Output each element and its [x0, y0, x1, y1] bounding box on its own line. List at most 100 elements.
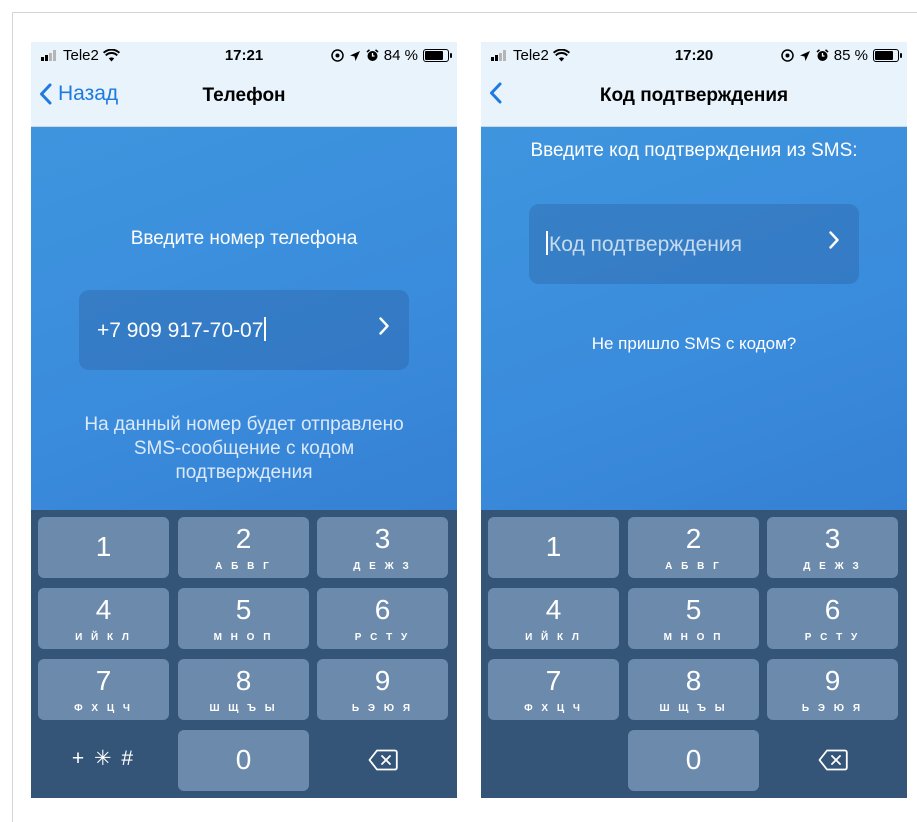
key-letters: Ш Щ Ъ Ы	[659, 703, 728, 714]
key-digit: 6	[824, 594, 841, 625]
page-title: Код подтверждения	[599, 85, 789, 106]
alarm-icon	[366, 49, 379, 61]
key-5[interactable]: 5 М Н О П	[628, 588, 759, 649]
key-letters: Р С Т У	[354, 632, 411, 643]
key-letters: Ф Х Ц Ч	[524, 703, 583, 714]
key-digit: 8	[685, 665, 702, 696]
battery-percent: 84 %	[383, 47, 418, 64]
delete-button[interactable]	[767, 730, 898, 791]
key-symbols[interactable]: + ✳ #	[38, 730, 169, 791]
chevron-right-icon	[379, 317, 389, 335]
location-arrow-icon	[799, 50, 810, 61]
key-4[interactable]: 4 И Й К Л	[488, 588, 619, 649]
phone-input-text: +7 909 917-70-07	[97, 317, 267, 343]
key-digit: 4	[545, 594, 562, 625]
code-prompt: Введите код подтверждения из SMS:	[530, 140, 858, 161]
text-caret	[264, 317, 267, 341]
code-input[interactable]: Код подтверждения	[529, 204, 859, 284]
battery-icon	[423, 49, 452, 62]
key-9[interactable]: 9 Ь Э Ю Я	[767, 659, 898, 720]
status-bar: Tele2 17:21 84 %	[31, 42, 457, 68]
key-digit: 5	[235, 594, 252, 625]
submit-arrow-button[interactable]	[379, 317, 389, 335]
key-digit: 7	[95, 665, 112, 696]
key-digit: 6	[374, 594, 391, 625]
navigation-bar: Код подтверждения	[481, 68, 907, 127]
key-0[interactable]: 0	[628, 730, 759, 791]
key-digit: 7	[545, 665, 562, 696]
battery-percent: 85 %	[833, 47, 868, 64]
key-letters: Ш Щ Ъ Ы	[209, 703, 278, 714]
navigation-bar: Назад Телефон	[31, 68, 457, 127]
key-digit: 4	[95, 594, 112, 625]
page-title: Телефон	[202, 85, 286, 106]
key-0[interactable]: 0	[178, 730, 309, 791]
numeric-keypad: 1 2 А Б В Г 3 Д Е Ж З 4 И Й К Л 5 М Н О П 6 Р…	[31, 510, 457, 798]
key-digit: 5	[685, 594, 702, 625]
key-9[interactable]: 9 Ь Э Ю Я	[317, 659, 448, 720]
key-letters: Д Е Ж З	[353, 561, 412, 572]
key-digit: 2	[685, 523, 702, 554]
key-6[interactable]: 6 Р С Т У	[767, 588, 898, 649]
key-3[interactable]: 3 Д Е Ж З	[767, 517, 898, 578]
key-digit: 0	[685, 744, 702, 775]
key-letters: М Н О П	[213, 632, 274, 643]
sms-hint-line: На данный номер будет отправлено	[84, 414, 404, 435]
backspace-icon	[368, 749, 398, 771]
key-7[interactable]: 7 Ф Х Ц Ч	[488, 659, 619, 720]
key-letters: А Б В Г	[665, 561, 722, 572]
key-letters: Ф Х Ц Ч	[74, 703, 133, 714]
battery-fill	[425, 51, 444, 60]
chevron-right-icon	[829, 231, 839, 249]
key-3[interactable]: 3 Д Е Ж З	[317, 517, 448, 578]
key-digit: 3	[824, 523, 841, 554]
key-letters: М Н О П	[663, 632, 724, 643]
key-6[interactable]: 6 Р С Т У	[317, 588, 448, 649]
key-digit: 3	[374, 523, 391, 554]
sms-hint: На данный номер будет отправлено SMS-соо…	[43, 413, 445, 485]
phone-input[interactable]: +7 909 917-70-07	[79, 290, 409, 370]
key-digit: 8	[235, 665, 252, 696]
key-digit: 0	[235, 744, 252, 775]
key-letters: И Й К Л	[75, 632, 132, 643]
key-8[interactable]: 8 Ш Щ Ъ Ы	[628, 659, 759, 720]
key-2[interactable]: 2 А Б В Г	[178, 517, 309, 578]
key-letters: Ь Э Ю Я	[801, 703, 864, 714]
battery-fill	[875, 51, 894, 60]
key-digit: 1	[95, 531, 112, 562]
code-entry-screen: Tele2 17:20 85 % Код подтверждения Введи…	[481, 42, 907, 798]
key-1[interactable]: 1	[488, 517, 619, 578]
key-digit: 9	[824, 665, 841, 696]
frame-line	[12, 12, 917, 13]
key-letters: Р С Т У	[804, 632, 861, 643]
phone-input-value: +7 909 917-70-07	[97, 319, 264, 342]
key-4[interactable]: 4 И Й К Л	[38, 588, 169, 649]
status-bar: Tele2 17:20 85 %	[481, 42, 907, 68]
key-5[interactable]: 5 М Н О П	[178, 588, 309, 649]
key-2[interactable]: 2 А Б В Г	[628, 517, 759, 578]
location-arrow-icon	[349, 50, 360, 61]
backspace-icon	[818, 749, 848, 771]
submit-arrow-button[interactable]	[829, 231, 839, 249]
key-digit: 1	[545, 531, 562, 562]
key-digit: 2	[235, 523, 252, 554]
alarm-icon	[816, 49, 829, 61]
key-1[interactable]: 1	[38, 517, 169, 578]
text-caret	[546, 231, 548, 255]
location-lock-icon	[331, 49, 344, 62]
delete-button[interactable]	[317, 730, 448, 791]
key-letters: А Б В Г	[215, 561, 272, 572]
code-input-placeholder: Код подтверждения	[549, 233, 742, 256]
key-digit: 9	[374, 665, 391, 696]
key-letters: Д Е Ж З	[803, 561, 862, 572]
resend-sms-link[interactable]: Не пришло SMS с кодом?	[481, 334, 907, 354]
status-right: 84 %	[331, 47, 452, 64]
phone-entry-screen: Tele2 17:21 84 % Назад Телефон Введите н…	[31, 42, 457, 798]
location-lock-icon	[781, 49, 794, 62]
sms-hint-line: SMS-сообщение с кодом	[133, 438, 355, 459]
frame-line	[12, 12, 13, 822]
key-8[interactable]: 8 Ш Щ Ъ Ы	[178, 659, 309, 720]
key-7[interactable]: 7 Ф Х Ц Ч	[38, 659, 169, 720]
key-letters: Ь Э Ю Я	[351, 703, 414, 714]
battery-icon	[873, 49, 902, 62]
